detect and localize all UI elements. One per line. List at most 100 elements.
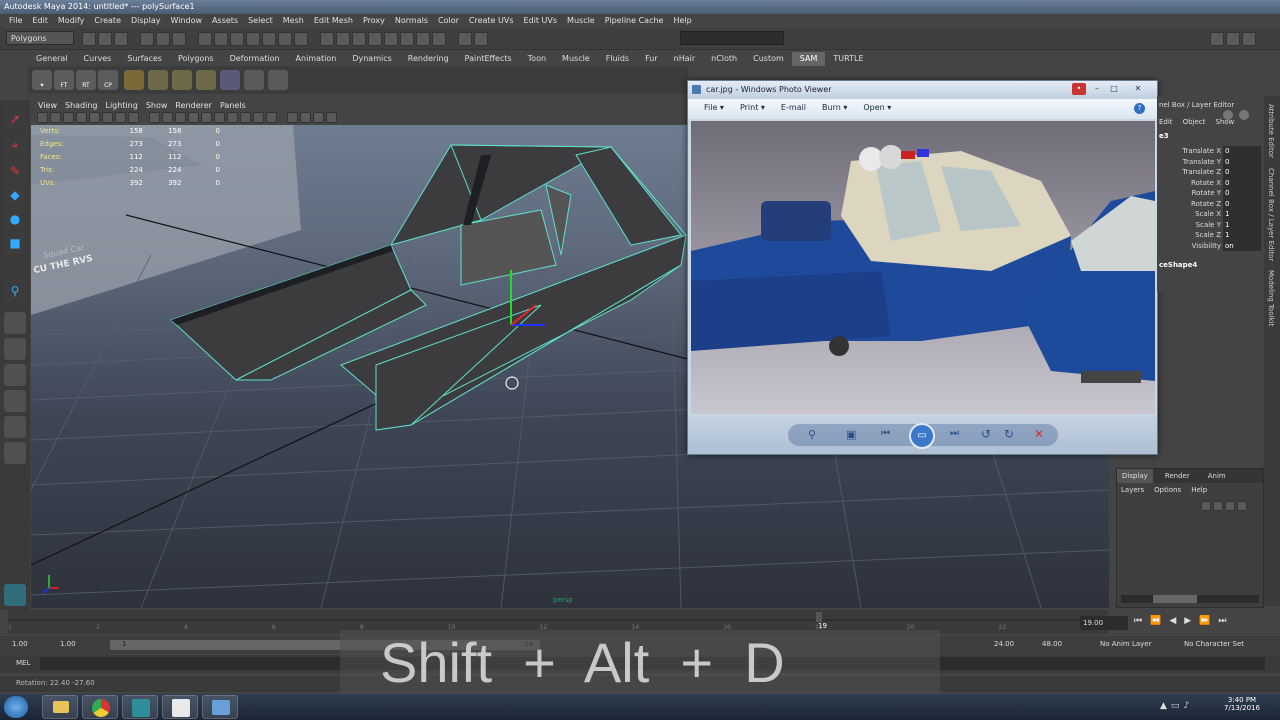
shelf-tool-icon[interactable] [244, 70, 264, 90]
cb-menu-object[interactable]: Object [1183, 118, 1206, 126]
slideshow-button[interactable]: ▭ [909, 423, 935, 449]
panel-menu-show[interactable]: Show [143, 100, 171, 112]
snap-plane-icon[interactable] [246, 32, 260, 46]
shelf-sphere-icon[interactable] [124, 70, 144, 90]
photo-viewer-window[interactable]: car.jpg - Windows Photo Viewer • – □ ✕ F… [687, 80, 1158, 455]
camera-attr-icon[interactable] [50, 112, 61, 123]
shelf-cube-icon[interactable] [172, 70, 192, 90]
cb-menu-edit[interactable]: Edit [1159, 118, 1173, 126]
dof-icon[interactable] [266, 112, 277, 123]
shelf-tab-animation[interactable]: Animation [288, 52, 345, 66]
snap-live-icon[interactable] [278, 32, 292, 46]
taskbar-maya-icon[interactable] [122, 695, 158, 719]
photo-viewer-pin-icon[interactable]: • [1072, 83, 1086, 95]
history-icon[interactable] [294, 32, 308, 46]
hypershade-icon[interactable] [368, 32, 382, 46]
layout-single-icon[interactable] [4, 312, 26, 334]
render-view-icon[interactable] [384, 32, 398, 46]
start-time-field[interactable]: 1.00 [12, 640, 28, 648]
panel-menu-renderer[interactable]: Renderer [172, 100, 215, 112]
taskbar-explorer-icon[interactable] [42, 695, 78, 719]
help-icon[interactable]: ? [1134, 103, 1145, 114]
photo-viewer-titlebar[interactable]: car.jpg - Windows Photo Viewer • – □ ✕ [688, 81, 1157, 99]
textured-icon[interactable] [188, 112, 199, 123]
lights-icon[interactable] [201, 112, 212, 123]
menu-edit-uvs[interactable]: Edit UVs [519, 14, 563, 28]
attr-row[interactable]: Scale Y1 [1157, 219, 1263, 230]
name-field[interactable] [680, 31, 784, 45]
shelf-plane-icon[interactable] [196, 70, 216, 90]
gate-mask-icon[interactable] [128, 112, 139, 123]
shadows-icon[interactable] [214, 112, 225, 123]
motion-blur-icon[interactable] [240, 112, 251, 123]
zoom-icon[interactable]: ⚲ [808, 428, 816, 441]
actual-size-icon[interactable]: ▣ [846, 428, 856, 441]
toggle-tool-settings-icon[interactable] [1226, 32, 1240, 46]
next-icon[interactable]: ⏭ [950, 428, 959, 439]
go-to-end-icon[interactable]: ⏭ [1218, 616, 1234, 626]
snap-surface-icon[interactable] [262, 32, 276, 46]
bookmark-icon[interactable] [63, 112, 74, 123]
camera-icon[interactable] [416, 32, 430, 46]
shelf-brush-icon[interactable] [148, 70, 168, 90]
select-object-icon[interactable] [156, 32, 170, 46]
shelf-tab-dynamics[interactable]: Dynamics [344, 52, 399, 66]
menu-mesh[interactable]: Mesh [278, 14, 309, 28]
shelf-tab-muscle[interactable]: Muscle [554, 52, 598, 66]
tray-volume-icon[interactable]: ♪ [1183, 701, 1193, 711]
shelf-tab-toon[interactable]: Toon [520, 52, 554, 66]
playback-start-field[interactable]: 1.00 [60, 640, 76, 648]
pv-menu-print[interactable]: Print ▾ [740, 103, 765, 115]
film-gate-icon[interactable] [102, 112, 113, 123]
layer-tab-render[interactable]: Render [1153, 469, 1202, 483]
layer-tab-display[interactable]: Display [1117, 469, 1153, 483]
layout-outliner-icon[interactable] [4, 442, 26, 464]
attr-row[interactable]: Rotate Z0 [1157, 198, 1263, 209]
sidebar-toggle-icon[interactable] [474, 32, 488, 46]
minimize-button[interactable]: – [1090, 83, 1104, 95]
layer-menu-help[interactable]: Help [1191, 486, 1207, 494]
menu-muscle[interactable]: Muscle [562, 14, 600, 28]
shelf-tab-deformation[interactable]: Deformation [222, 52, 288, 66]
rotate-tool-icon[interactable]: ● [4, 208, 26, 230]
delete-icon[interactable]: ✕ [1034, 427, 1044, 441]
channel-box-settings-icon[interactable] [1223, 110, 1233, 120]
snap-curve-icon[interactable] [214, 32, 228, 46]
layer-menu-options[interactable]: Options [1154, 486, 1181, 494]
current-frame-field[interactable]: 19.00 [1080, 616, 1128, 630]
panel-menu-panels[interactable]: Panels [217, 100, 249, 112]
xray-joints-icon[interactable] [313, 112, 324, 123]
attr-row[interactable]: Visibility on [1157, 240, 1263, 251]
shelf-tab-curves[interactable]: Curves [76, 52, 120, 66]
ipr-render-icon[interactable] [336, 32, 350, 46]
tab-modeling-toolkit[interactable]: Modeling Toolkit [1267, 270, 1275, 326]
tab-attribute-editor[interactable]: Attribute Editor [1267, 104, 1275, 158]
shelf-gear-icon[interactable]: ✦ [32, 70, 52, 90]
pv-menu-open[interactable]: Open ▾ [863, 103, 891, 115]
attr-row[interactable]: Scale Z1 [1157, 230, 1263, 241]
open-scene-icon[interactable] [98, 32, 112, 46]
attr-row[interactable]: Rotate X0 [1157, 177, 1263, 188]
attr-row[interactable]: Translate Z0 [1157, 167, 1263, 178]
shelf-tab-surfaces[interactable]: Surfaces [119, 52, 170, 66]
mel-label[interactable]: MEL [16, 659, 30, 667]
previous-icon[interactable]: ⏮ [881, 428, 890, 439]
new-layer-selected-icon[interactable] [1237, 501, 1247, 511]
menu-window[interactable]: Window [166, 14, 208, 28]
layout-hypershade-icon[interactable] [4, 416, 26, 438]
menu-edit[interactable]: Edit [27, 14, 53, 28]
start-button[interactable] [4, 696, 28, 718]
rotate-ccw-icon[interactable]: ↺ [981, 427, 991, 441]
menu-normals[interactable]: Normals [390, 14, 433, 28]
layout-four-icon[interactable] [4, 338, 26, 360]
menu-color[interactable]: Color [433, 14, 464, 28]
tray-network-icon[interactable]: ▭ [1171, 701, 1184, 711]
layer-move-down-icon[interactable] [1213, 501, 1223, 511]
render-frame-icon[interactable] [320, 32, 334, 46]
menu-display[interactable]: Display [126, 14, 166, 28]
menu-pipeline-cache[interactable]: Pipeline Cache [600, 14, 669, 28]
wireframe-icon[interactable] [149, 112, 160, 123]
light-icon[interactable] [400, 32, 414, 46]
pv-menu-burn[interactable]: Burn ▾ [822, 103, 847, 115]
step-back-icon[interactable]: ⏪ [1150, 616, 1169, 626]
